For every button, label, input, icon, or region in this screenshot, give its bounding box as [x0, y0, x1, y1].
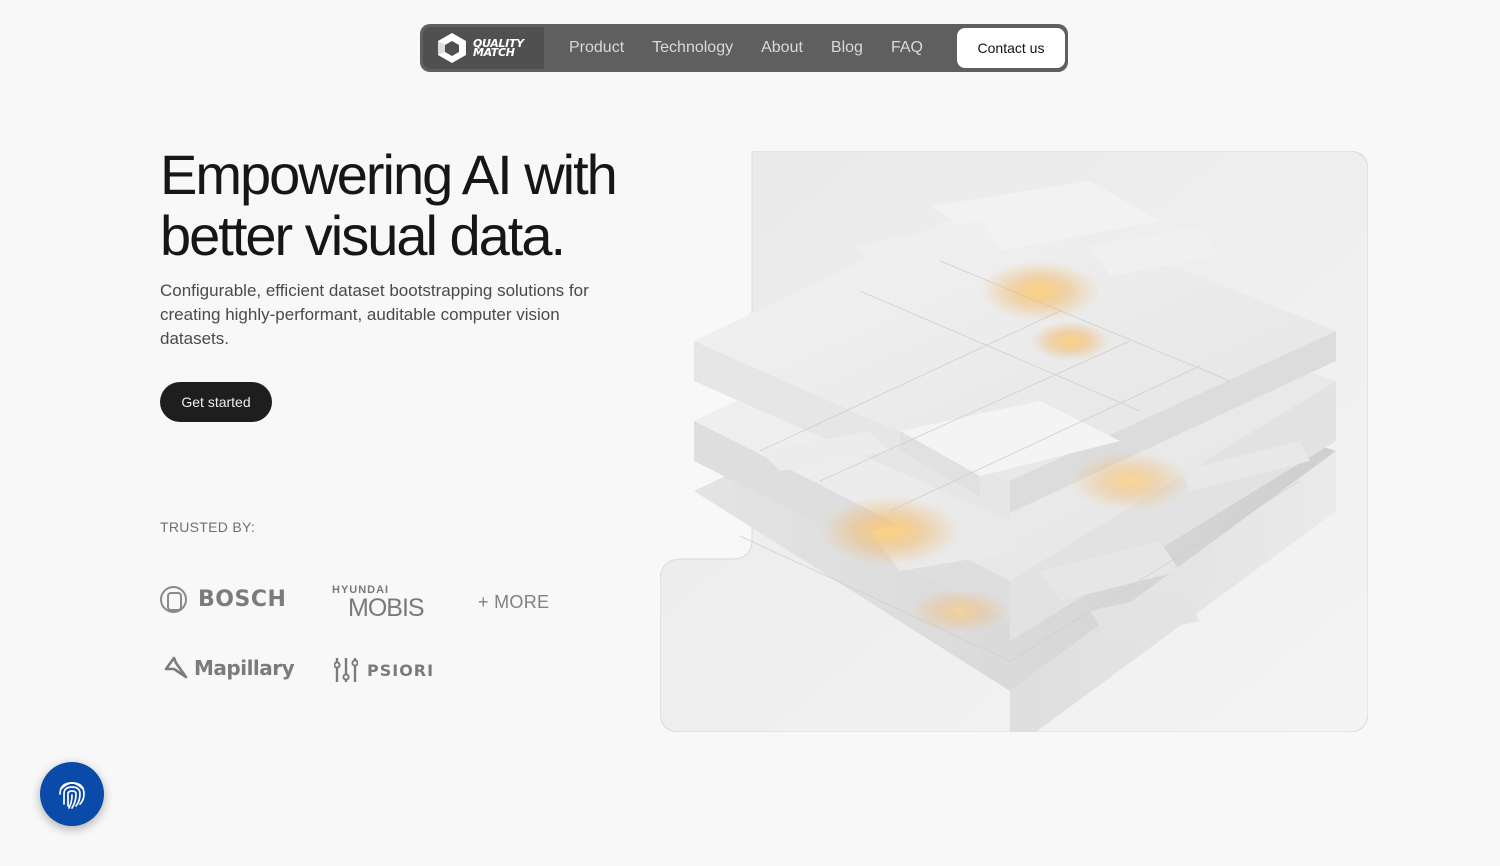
nav-links: Product Technology About Blog FAQ [569, 39, 951, 57]
hyundai-mobis-logo: HYUNDAI MOBIS [332, 584, 425, 622]
hero-3d-blocks-image [660, 151, 1368, 732]
brand-name: QUALITY MATCH [473, 37, 524, 59]
hero-title-line2: better visual data. [160, 204, 566, 267]
get-started-button[interactable]: Get started [160, 382, 272, 422]
contact-us-button[interactable]: Contact us [957, 28, 1065, 68]
mapillary-icon [164, 656, 188, 679]
fingerprint-icon [59, 782, 85, 809]
psiori-wordmark: PSIORI [367, 660, 435, 680]
hero-title-line1: Empowering AI with [160, 143, 618, 206]
quality-match-logo-icon [438, 33, 466, 63]
trusted-by-heading: TRUSTED BY: [160, 519, 256, 535]
bosch-wordmark: BOSCH [198, 587, 287, 612]
mobis-wordmark: MOBIS [348, 594, 425, 622]
nav-link-product[interactable]: Product [569, 39, 624, 57]
bosch-emblem-icon [160, 586, 187, 613]
psiori-icon [334, 658, 358, 682]
hero-title: Empowering AI with better visual data. [160, 144, 680, 266]
mapillary-logo: Mapillary [162, 655, 295, 681]
nav-link-about[interactable]: About [761, 39, 803, 57]
hero-subtitle: Configurable, efficient dataset bootstra… [160, 281, 589, 348]
psiori-logo: PSIORI [334, 655, 434, 685]
mapillary-wordmark: Mapillary [194, 656, 295, 680]
nav-link-blog[interactable]: Blog [831, 39, 863, 57]
bosch-logo: BOSCH [160, 586, 286, 613]
top-nav: QUALITY MATCH Product Technology About B… [420, 24, 1068, 72]
nav-link-faq[interactable]: FAQ [891, 39, 923, 57]
nav-link-technology[interactable]: Technology [652, 39, 733, 57]
more-clients-link[interactable]: + MORE [478, 592, 549, 613]
privacy-settings-button[interactable] [40, 762, 104, 826]
brand-logo[interactable]: QUALITY MATCH [423, 27, 544, 69]
